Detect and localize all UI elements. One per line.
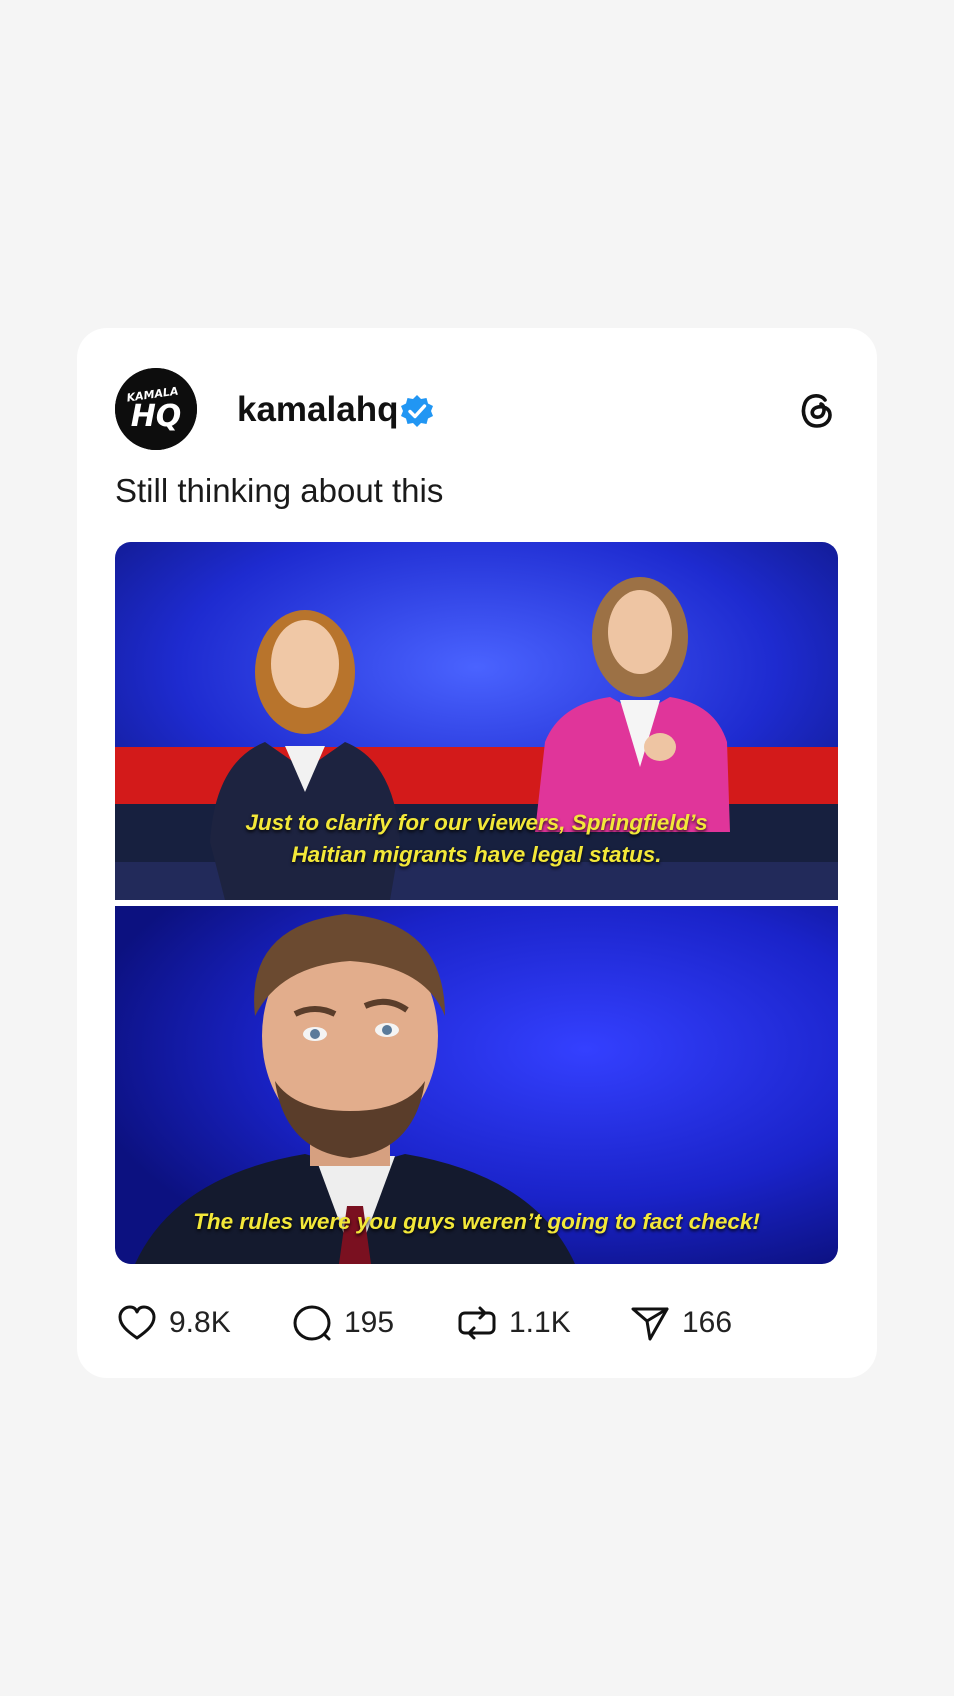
like-button[interactable]: 9.8K <box>115 1298 231 1348</box>
threads-logo-icon[interactable] <box>795 388 839 432</box>
caption-bottom: The rules were you guys weren’t going to… <box>193 1209 760 1234</box>
send-icon <box>631 1307 669 1341</box>
repost-icon <box>458 1306 496 1340</box>
comment-icon <box>293 1305 331 1341</box>
post-actions: 9.8K 195 1.1K 166 <box>115 1298 839 1348</box>
repost-button[interactable]: 1.1K <box>455 1298 571 1348</box>
reply-button[interactable]: 195 <box>290 1298 394 1348</box>
avatar[interactable]: KAMALA HQ <box>115 368 197 450</box>
post-media[interactable]: Just to clarify for our viewers, Springf… <box>115 542 838 1264</box>
svg-text:HQ: HQ <box>131 399 182 434</box>
heart-icon <box>118 1305 156 1340</box>
reply-count: 195 <box>344 1306 395 1339</box>
share-count: 166 <box>682 1306 733 1339</box>
avatar-logo: KAMALA HQ <box>115 368 197 450</box>
like-count: 9.8K <box>169 1306 231 1339</box>
verified-badge-icon <box>401 395 433 427</box>
repost-count: 1.1K <box>509 1306 571 1339</box>
caption-top: Just to clarify for our viewers, Springf… <box>245 810 708 867</box>
post-card[interactable]: KAMALA HQ kamalahq Still thinking about … <box>77 328 877 1378</box>
video-frame-candidate: The rules were you guys weren’t going to… <box>115 906 838 1264</box>
video-frame-moderators: Just to clarify for our viewers, Springf… <box>115 542 838 900</box>
share-button[interactable]: 166 <box>628 1298 732 1348</box>
username[interactable]: kamalahq <box>237 390 398 430</box>
post-text: Still thinking about this <box>115 472 444 509</box>
